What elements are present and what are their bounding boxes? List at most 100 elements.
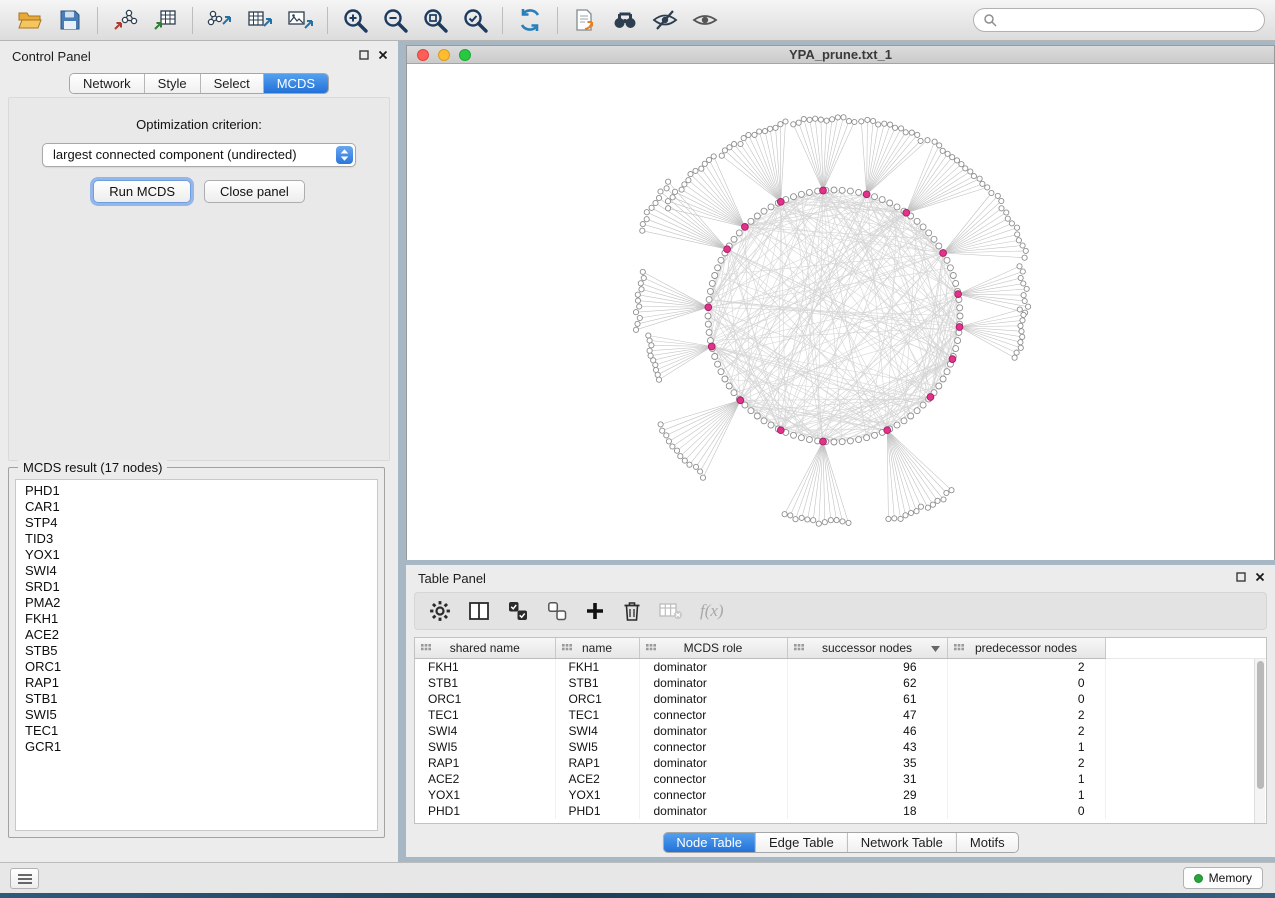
- refresh-view-button[interactable]: [510, 3, 550, 37]
- mcds-result-item[interactable]: STB5: [16, 643, 377, 659]
- sort-caret-icon[interactable]: [931, 646, 940, 652]
- table-row[interactable]: SWI5SWI5connector431: [415, 739, 1267, 755]
- table-cell: 47: [787, 707, 947, 723]
- mcds-result-item[interactable]: GCR1: [16, 739, 377, 755]
- table-cell-filler: [1105, 691, 1267, 707]
- zoom-in-button[interactable]: [335, 3, 375, 37]
- table-row[interactable]: YOX1YOX1connector291: [415, 787, 1267, 803]
- close-panel-icon[interactable]: [1255, 572, 1265, 582]
- tab-style[interactable]: Style: [145, 74, 201, 93]
- tab-motifs[interactable]: Motifs: [957, 833, 1018, 852]
- column-header-name[interactable]: name: [555, 638, 639, 658]
- criterion-dropdown[interactable]: largest connected component (undirected): [42, 143, 356, 167]
- window-zoom-button[interactable]: [459, 49, 471, 61]
- hide-details-button[interactable]: [645, 3, 685, 37]
- mcds-result-item[interactable]: SWI4: [16, 563, 377, 579]
- table-row[interactable]: ORC1ORC1dominator610: [415, 691, 1267, 707]
- export-table-button[interactable]: [240, 3, 280, 37]
- table-cell: 0: [947, 803, 1105, 819]
- trash-icon[interactable]: [622, 600, 642, 622]
- column-header-mcds-role[interactable]: MCDS role: [639, 638, 787, 658]
- zoom-selected-button[interactable]: [455, 3, 495, 37]
- mcds-result-item[interactable]: SWI5: [16, 707, 377, 723]
- save-session-button[interactable]: [50, 3, 90, 37]
- mcds-result-item[interactable]: STB1: [16, 691, 377, 707]
- import-network-button[interactable]: [105, 3, 145, 37]
- zoom-fit-button[interactable]: [415, 3, 455, 37]
- unselect-all-icon[interactable]: [546, 601, 568, 621]
- table-row[interactable]: RAP1RAP1dominator352: [415, 755, 1267, 771]
- table-row[interactable]: ACE2ACE2connector311: [415, 771, 1267, 787]
- select-all-icon[interactable]: [507, 601, 529, 621]
- tab-edge-table[interactable]: Edge Table: [756, 833, 848, 852]
- export-image-button[interactable]: [280, 3, 320, 37]
- gear-icon[interactable]: [429, 600, 451, 622]
- table-cell: SWI5: [555, 739, 639, 755]
- mcds-result-item[interactable]: YOX1: [16, 547, 377, 563]
- tab-network[interactable]: Network: [70, 74, 145, 93]
- table-row[interactable]: TEC1TEC1connector472: [415, 707, 1267, 723]
- table-row[interactable]: SWI4SWI4dominator462: [415, 723, 1267, 739]
- network-canvas[interactable]: [407, 64, 1274, 560]
- column-header-predecessor-nodes[interactable]: predecessor nodes: [947, 638, 1105, 658]
- mcds-result-item[interactable]: ACE2: [16, 627, 377, 643]
- export-image-icon: [287, 8, 313, 32]
- run-mcds-button[interactable]: Run MCDS: [93, 180, 191, 203]
- show-columns-icon[interactable]: [468, 601, 490, 621]
- close-panel-button[interactable]: Close panel: [204, 180, 305, 203]
- tab-mcds[interactable]: MCDS: [264, 74, 328, 93]
- tab-network-table[interactable]: Network Table: [848, 833, 957, 852]
- optimization-criterion-label: Optimization criterion:: [9, 117, 389, 132]
- export-table-icon: [247, 8, 273, 32]
- import-table-button[interactable]: [145, 3, 185, 37]
- mcds-result-item[interactable]: FKH1: [16, 611, 377, 627]
- open-folder-button[interactable]: [10, 3, 50, 37]
- float-panel-icon[interactable]: [359, 50, 369, 60]
- mcds-result-item[interactable]: ORC1: [16, 659, 377, 675]
- show-details-button[interactable]: [685, 3, 725, 37]
- task-history-button[interactable]: [10, 868, 39, 889]
- table-cell: 61: [787, 691, 947, 707]
- export-network-button[interactable]: [200, 3, 240, 37]
- table-cell: ACE2: [555, 771, 639, 787]
- mcds-result-item[interactable]: SRD1: [16, 579, 377, 595]
- table-row[interactable]: PHD1PHD1dominator180: [415, 803, 1267, 819]
- mcds-result-item[interactable]: PMA2: [16, 595, 377, 611]
- tab-select[interactable]: Select: [201, 74, 264, 93]
- status-bar: Memory: [0, 862, 1275, 893]
- zoom-in-icon: [342, 7, 369, 34]
- eye-icon: [692, 8, 718, 32]
- mcds-result-item[interactable]: TID3: [16, 531, 377, 547]
- table-toolbar: f(x): [414, 592, 1267, 630]
- table-row[interactable]: FKH1FKH1dominator962: [415, 658, 1267, 675]
- share-document-icon: [573, 8, 597, 32]
- table-row[interactable]: STB1STB1dominator620: [415, 675, 1267, 691]
- table-panel-title: Table Panel: [418, 571, 486, 586]
- search-box[interactable]: [973, 8, 1265, 32]
- search-input[interactable]: [1002, 13, 1255, 27]
- table-scrollbar[interactable]: [1254, 659, 1265, 823]
- search-network-button[interactable]: [605, 3, 645, 37]
- column-header-shared-name[interactable]: shared name: [415, 638, 555, 658]
- table-scrollbar-thumb[interactable]: [1257, 661, 1264, 789]
- column-header-successor-nodes[interactable]: successor nodes: [787, 638, 947, 658]
- window-minimize-button[interactable]: [438, 49, 450, 61]
- share-document-button[interactable]: [565, 3, 605, 37]
- zoom-out-button[interactable]: [375, 3, 415, 37]
- table-cell-filler: [1105, 739, 1267, 755]
- close-panel-icon[interactable]: [378, 50, 388, 60]
- network-window-titlebar[interactable]: YPA_prune.txt_1: [407, 46, 1274, 64]
- mcds-result-item[interactable]: CAR1: [16, 499, 377, 515]
- mcds-result-list[interactable]: PHD1CAR1STP4TID3YOX1SWI4SRD1PMA2FKH1ACE2…: [15, 479, 378, 831]
- mcds-result-item[interactable]: TEC1: [16, 723, 377, 739]
- mcds-result-item[interactable]: PHD1: [16, 483, 377, 499]
- mcds-result-item[interactable]: STP4: [16, 515, 377, 531]
- memory-button[interactable]: Memory: [1183, 867, 1263, 889]
- mcds-result-item[interactable]: RAP1: [16, 675, 377, 691]
- tab-node-table[interactable]: Node Table: [663, 833, 756, 852]
- window-close-button[interactable]: [417, 49, 429, 61]
- toolbar-separator: [97, 7, 98, 34]
- float-panel-icon[interactable]: [1236, 572, 1246, 582]
- toolbar-separator: [327, 7, 328, 34]
- add-row-icon[interactable]: [585, 601, 605, 621]
